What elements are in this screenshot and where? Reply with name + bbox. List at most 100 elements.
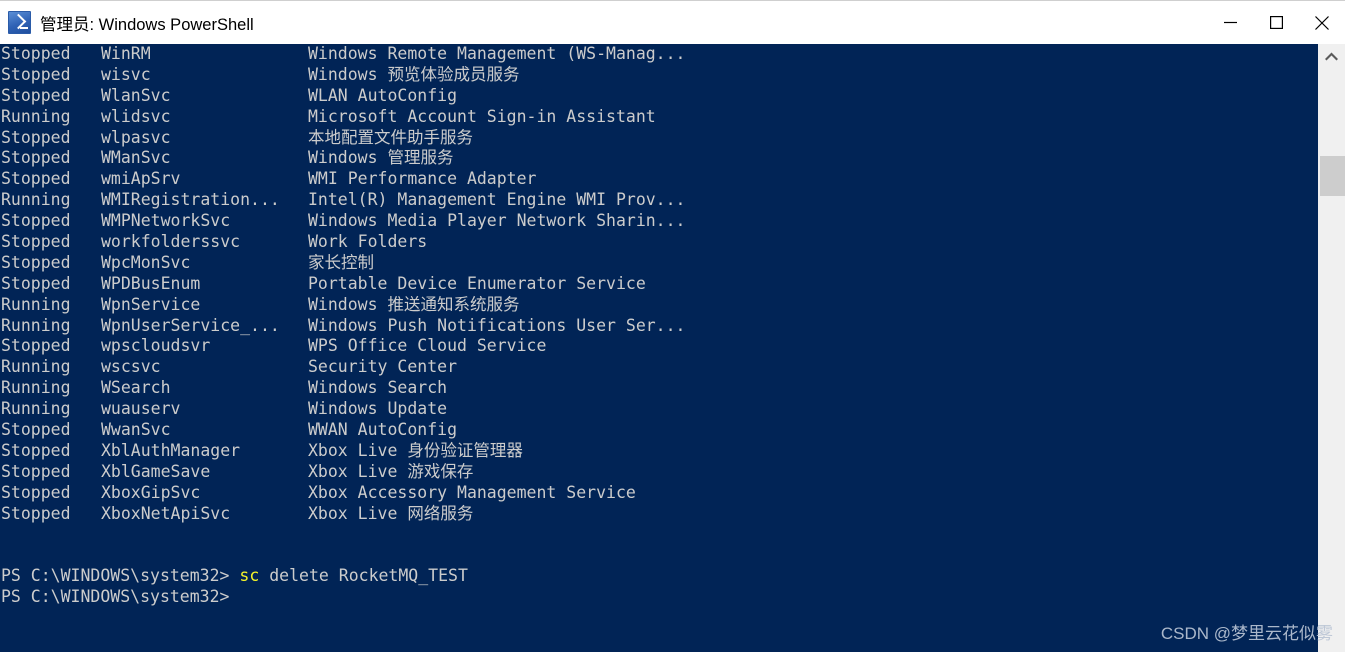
- close-button[interactable]: [1299, 1, 1345, 45]
- service-status: Stopped: [1, 420, 71, 440]
- service-description: WLAN AutoConfig: [308, 85, 458, 105]
- title-bar-left: 管理员: Windows PowerShell: [0, 1, 1207, 44]
- service-row: Running WMIRegistration... Intel(R) Manage…: [0, 190, 686, 211]
- service-name: WpcMonSvc: [101, 252, 191, 272]
- command-prompt-line[interactable]: PS C:\WINDOWS\system32> sc delete Rocket…: [0, 566, 686, 587]
- service-status: Stopped: [1, 127, 71, 147]
- service-status: Running: [1, 378, 71, 398]
- service-row: Stopped XblGameSave Xbox Live 游戏保存: [0, 462, 686, 483]
- service-description: Xbox Live 游戏保存: [308, 461, 474, 481]
- maximize-icon: [1269, 16, 1283, 29]
- service-status: Stopped: [1, 461, 71, 481]
- close-icon: [1315, 15, 1329, 30]
- service-status: Stopped: [1, 503, 71, 523]
- service-name: WlanSvc: [101, 85, 171, 105]
- service-name: wisvc: [101, 64, 151, 84]
- maximize-button[interactable]: [1253, 1, 1299, 45]
- service-name: workfolderssvc: [101, 232, 241, 252]
- service-status: Stopped: [1, 148, 71, 168]
- scrollbar-thumb[interactable]: [1320, 156, 1345, 196]
- service-description: Windows 管理服务: [308, 148, 454, 168]
- service-row: Running wscsvc Security Center: [0, 357, 686, 378]
- service-row: Stopped workfolderssvc Work Folders: [0, 232, 686, 253]
- window-title: 管理员: Windows PowerShell: [40, 15, 254, 34]
- powershell-window: 管理员: Windows PowerShell Stopped WinRM Wi…: [0, 0, 1345, 652]
- service-status: Stopped: [1, 336, 71, 356]
- service-row: Running wuauserv Windows Update: [0, 399, 686, 420]
- scroll-up-button[interactable]: [1318, 44, 1345, 69]
- service-description: Windows Update: [308, 399, 448, 419]
- service-row: Running WpnService Windows 推送通知系统服务: [0, 295, 686, 316]
- service-row: Stopped XboxNetApiSvc Xbox Live 网络服务: [0, 504, 686, 525]
- service-row: Running wlidsvc Microsoft Account Sign-in …: [0, 107, 686, 128]
- minimize-button[interactable]: [1207, 1, 1253, 45]
- service-status: Stopped: [1, 44, 71, 63]
- service-status: Running: [1, 357, 71, 377]
- service-name: WwanSvc: [101, 420, 171, 440]
- service-row: Stopped wisvc Windows 预览体验成员服务: [0, 65, 686, 86]
- service-status: Stopped: [1, 232, 71, 252]
- service-name: wscsvc: [101, 357, 161, 377]
- service-name: XblGameSave: [101, 461, 211, 481]
- service-name: WPDBusEnum: [101, 273, 201, 293]
- service-name: WpnService: [101, 294, 201, 314]
- service-status: Stopped: [1, 169, 71, 189]
- service-description: WMI Performance Adapter: [308, 169, 537, 189]
- service-status: Stopped: [1, 252, 71, 272]
- chevron-up-icon: [1325, 52, 1338, 61]
- terminal-content: Stopped WinRM Windows Remote Management (W…: [0, 44, 686, 608]
- window-controls: [1207, 1, 1345, 45]
- service-list: Stopped WinRM Windows Remote Management (W…: [0, 44, 686, 524]
- service-row: Running WSearch Windows Search: [0, 378, 686, 399]
- service-row: Stopped wmiApSrv WMI Performance Adapter: [0, 169, 686, 190]
- service-row: Stopped WinRM Windows Remote Management (W…: [0, 44, 686, 65]
- service-description: Windows Search: [308, 378, 448, 398]
- prompt-path: PS C:\WINDOWS\system32>: [1, 566, 240, 586]
- prompt-lines: PS C:\WINDOWS\system32> sc delete Rocket…: [0, 566, 686, 608]
- terminal-output-area[interactable]: Stopped WinRM Windows Remote Management (W…: [0, 44, 1318, 652]
- service-description: Windows Push Notifications User Ser...: [308, 315, 686, 335]
- service-status: Running: [1, 294, 71, 314]
- service-status: Running: [1, 106, 71, 126]
- service-name: wpscloudsvr: [101, 336, 211, 356]
- service-description: Windows Media Player Network Sharin...: [308, 211, 686, 231]
- service-description: Xbox Live 身份验证管理器: [308, 440, 523, 460]
- service-description: Windows 推送通知系统服务: [308, 294, 520, 314]
- service-description: WPS Office Cloud Service: [308, 336, 547, 356]
- service-status: Stopped: [1, 273, 71, 293]
- service-name: XboxNetApiSvc: [101, 503, 231, 523]
- command-arguments: delete RocketMQ_TEST: [259, 566, 468, 586]
- command-keyword: sc: [239, 566, 260, 586]
- service-name: wlpasvc: [101, 127, 171, 147]
- service-row: Stopped WlanSvc WLAN AutoConfig: [0, 86, 686, 107]
- minimize-icon: [1223, 21, 1237, 24]
- service-description: Security Center: [308, 357, 458, 377]
- service-description: Work Folders: [308, 232, 428, 252]
- service-name: XboxGipSvc: [101, 482, 201, 502]
- service-row: Stopped XboxGipSvc Xbox Accessory Manageme…: [0, 483, 686, 504]
- powershell-icon: [8, 11, 31, 34]
- service-status: Running: [1, 399, 71, 419]
- vertical-scrollbar[interactable]: [1318, 44, 1345, 652]
- service-row: Stopped XblAuthManager Xbox Live 身份验证管理器: [0, 441, 686, 462]
- service-description: Portable Device Enumerator Service: [308, 273, 646, 293]
- command-prompt-line[interactable]: PS C:\WINDOWS\system32>: [0, 587, 686, 608]
- service-description: Microsoft Account Sign-in Assistant: [308, 106, 656, 126]
- service-description: WWAN AutoConfig: [308, 420, 458, 440]
- service-name: WpnUserService_...: [101, 315, 280, 335]
- service-name: WMPNetworkSvc: [101, 211, 231, 231]
- title-bar: 管理员: Windows PowerShell: [0, 0, 1345, 44]
- service-name: wuauserv: [101, 399, 181, 419]
- service-row: Stopped WMPNetworkSvc Windows Media Player…: [0, 211, 686, 232]
- service-row: Running WpnUserService_... Windows Push No…: [0, 316, 686, 337]
- service-status: Running: [1, 315, 71, 335]
- service-row: Stopped WPDBusEnum Portable Device Enumera…: [0, 274, 686, 295]
- service-description: Xbox Live 网络服务: [308, 503, 474, 523]
- service-name: WManSvc: [101, 148, 171, 168]
- service-name: XblAuthManager: [101, 440, 241, 460]
- service-status: Stopped: [1, 211, 71, 231]
- service-name: WinRM: [101, 44, 151, 63]
- service-description: Windows Remote Management (WS-Manag...: [308, 44, 686, 63]
